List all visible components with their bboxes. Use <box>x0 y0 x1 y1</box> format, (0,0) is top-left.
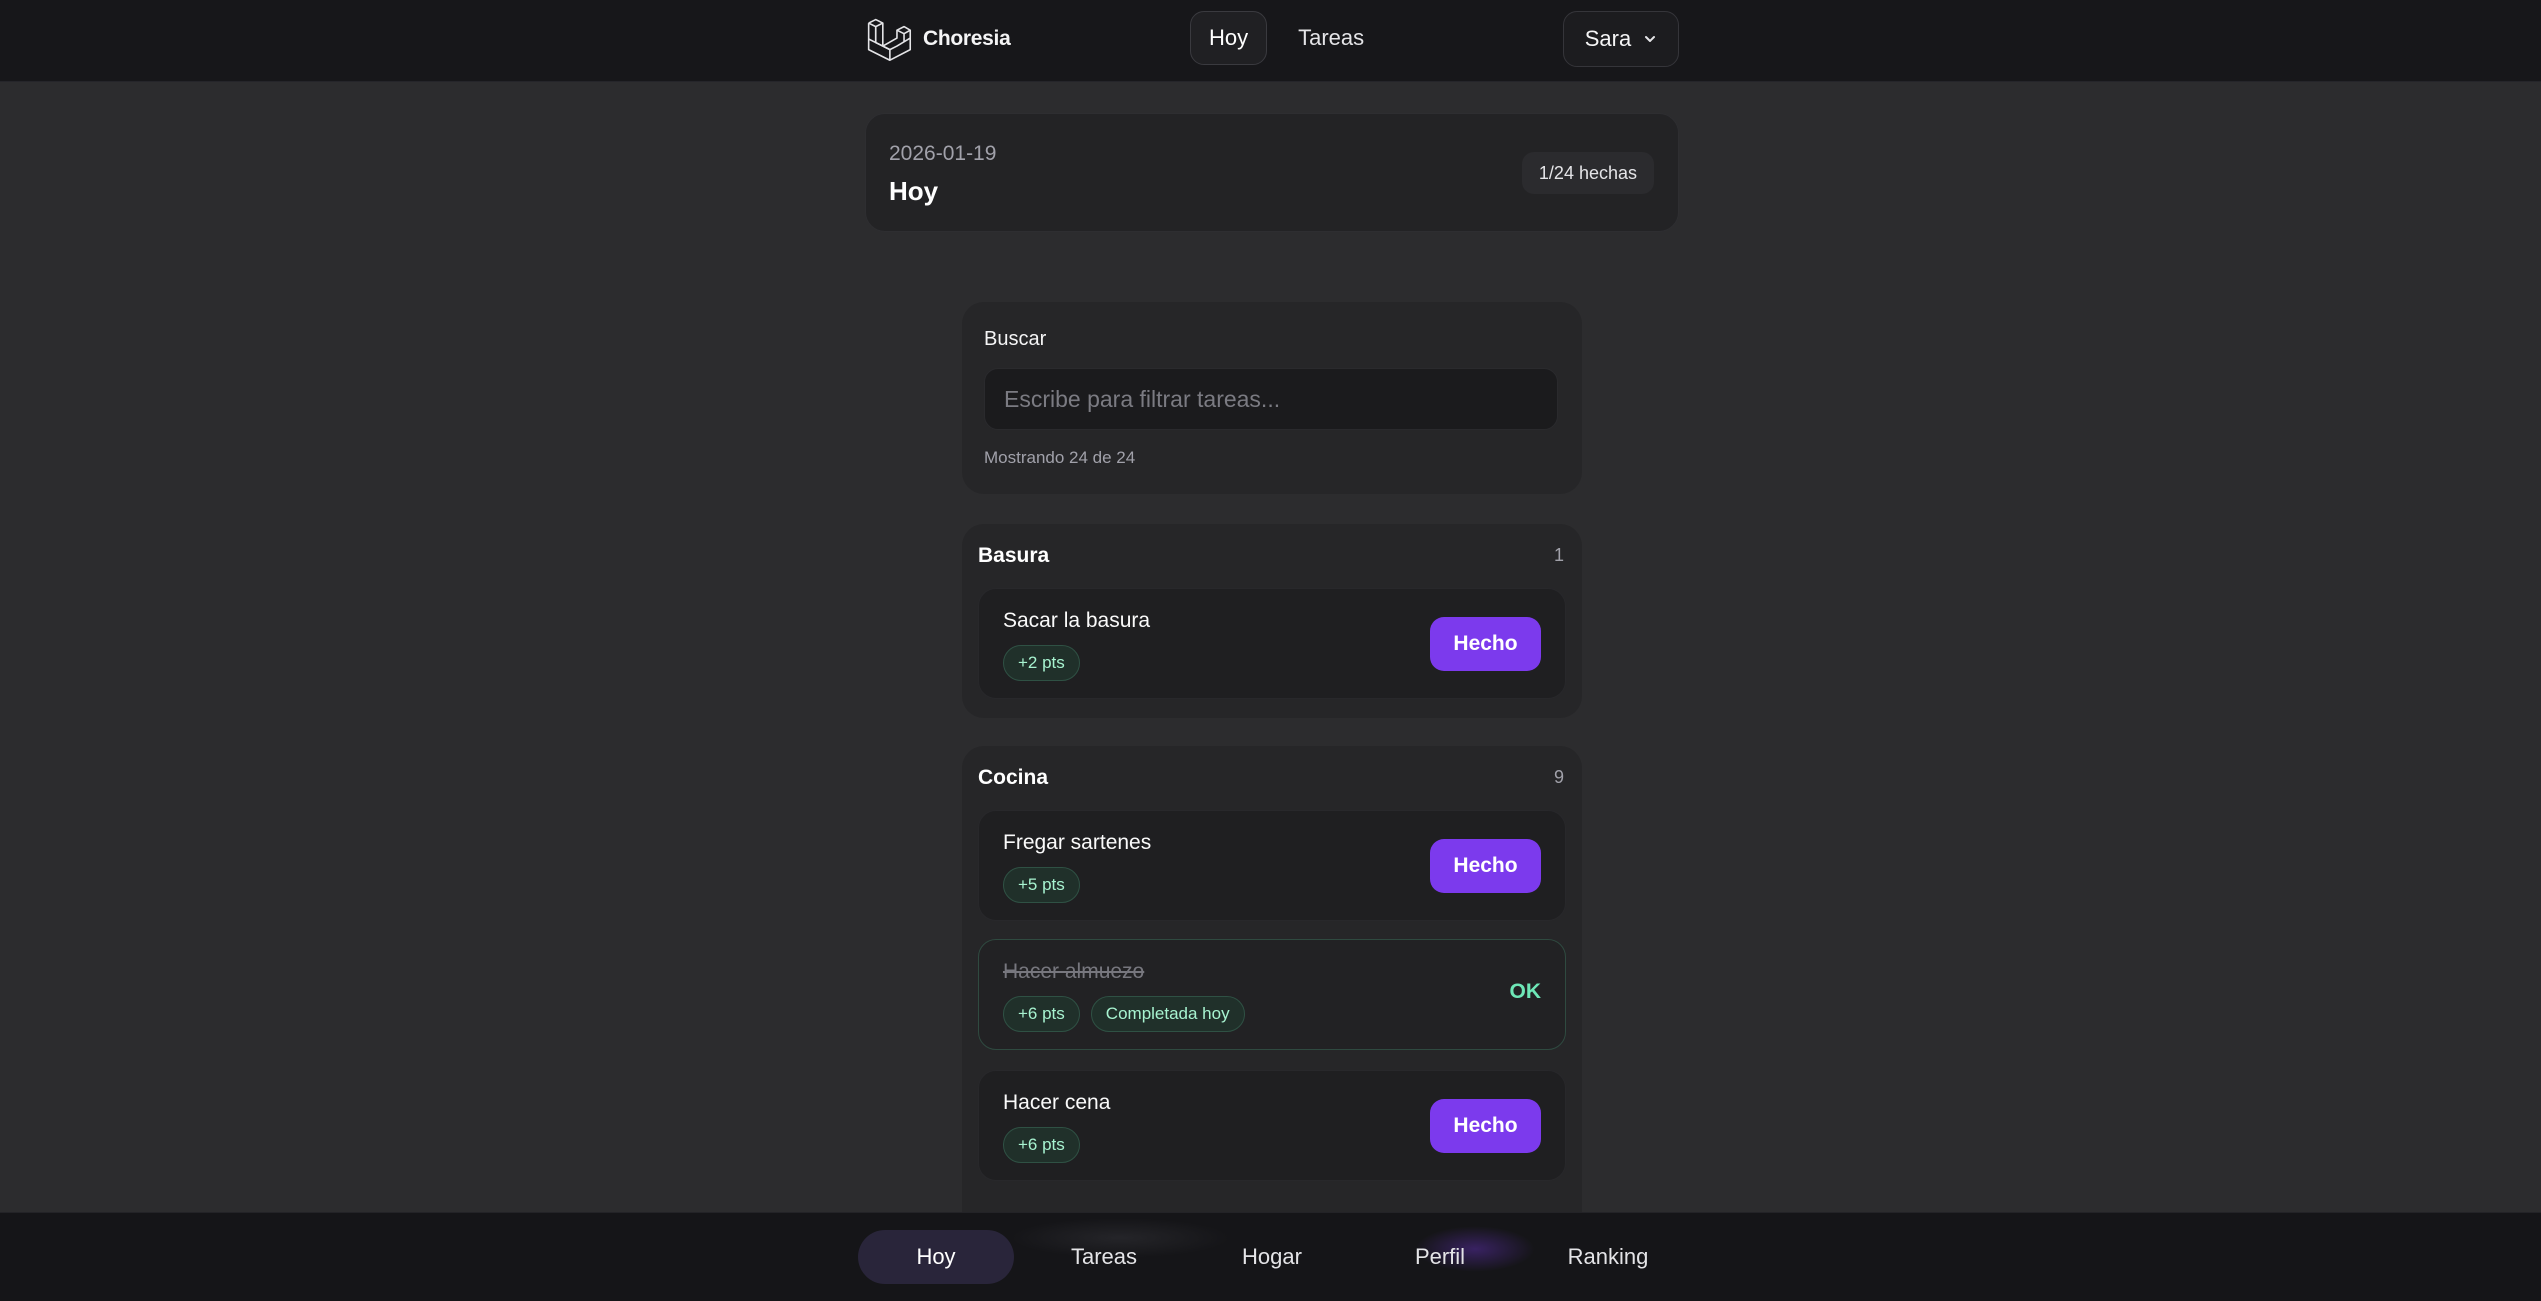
page-title: Hoy <box>889 176 939 206</box>
ok-status: OK <box>1509 980 1542 1003</box>
task-tags: +5 pts <box>1003 867 1080 903</box>
current-date: 2026-01-19 <box>889 142 997 165</box>
points-badge: +5 pts <box>1003 867 1080 903</box>
task-group-cocina: Cocina 9 Fregar sartenes +5 pts Hecho Ha… <box>962 746 1582 1246</box>
task-name: Fregar sartenes <box>1003 831 1152 854</box>
user-menu-button[interactable]: Sara <box>1563 11 1679 67</box>
task-name: Hacer almuezo <box>1003 960 1145 983</box>
group-count: 9 <box>1553 767 1564 787</box>
top-nav: Hoy Tareas <box>1190 11 1383 65</box>
bottom-nav-hoy[interactable]: Hoy <box>858 1230 1014 1284</box>
task-item: Fregar sartenes +5 pts Hecho <box>978 810 1566 921</box>
chevron-down-icon <box>1645 36 1656 42</box>
search-label: Buscar <box>984 328 1047 350</box>
progress-badge: 1/24 hechas <box>1521 152 1654 194</box>
task-item: Sacar la basura +2 pts Hecho <box>978 588 1566 699</box>
task-name: Sacar la basura <box>1003 609 1151 632</box>
app-name: Choresia <box>923 27 1011 50</box>
task-tags: +2 pts <box>1003 645 1080 681</box>
mark-done-button[interactable]: Hecho <box>1430 839 1541 893</box>
task-tags: +6 pts <box>1003 1127 1080 1163</box>
task-item-completed: Hacer almuezo +6 pts Completada hoy OK <box>978 939 1566 1050</box>
bottom-nav-ranking[interactable]: Ranking <box>1530 1230 1686 1284</box>
search-card: Buscar Mostrando 24 de 24 <box>962 302 1582 494</box>
results-count: Mostrando 24 de 24 <box>984 448 1136 467</box>
bottom-nav-tareas[interactable]: Tareas <box>1026 1230 1182 1284</box>
group-title: Cocina <box>978 766 1049 789</box>
mark-done-button[interactable]: Hecho <box>1430 617 1541 671</box>
points-badge: +2 pts <box>1003 645 1080 681</box>
laravel-logo-icon <box>867 18 912 62</box>
completed-badge: Completada hoy <box>1090 996 1245 1032</box>
points-badge: +6 pts <box>1003 996 1080 1032</box>
bottom-nav-perfil[interactable]: Perfil <box>1362 1230 1518 1284</box>
user-name: Sara <box>1584 26 1632 51</box>
bottom-nav-hogar[interactable]: Hogar <box>1194 1230 1350 1284</box>
bottom-nav: Hoy Tareas Hogar Perfil Ranking <box>858 1230 1698 1284</box>
mark-done-button[interactable]: Hecho <box>1430 1099 1541 1153</box>
group-title: Basura <box>978 544 1050 567</box>
task-item: Hacer cena +6 pts Hecho <box>978 1070 1566 1181</box>
top-bar: Choresia Hoy Tareas Sara <box>0 0 2541 82</box>
points-badge: +6 pts <box>1003 1127 1080 1163</box>
task-tags: +6 pts Completada hoy <box>1003 996 1245 1032</box>
task-group-basura: Basura 1 Sacar la basura +2 pts Hecho <box>962 524 1582 718</box>
nav-tareas[interactable]: Tareas <box>1279 11 1383 65</box>
day-header-card: 2026-01-19 Hoy 1/24 hechas <box>865 113 1679 232</box>
group-count: 1 <box>1553 545 1564 565</box>
nav-hoy[interactable]: Hoy <box>1190 11 1268 65</box>
task-name: Hacer cena <box>1003 1091 1111 1114</box>
search-input[interactable] <box>984 368 1558 430</box>
brand-link[interactable]: Choresia <box>866 14 1011 64</box>
